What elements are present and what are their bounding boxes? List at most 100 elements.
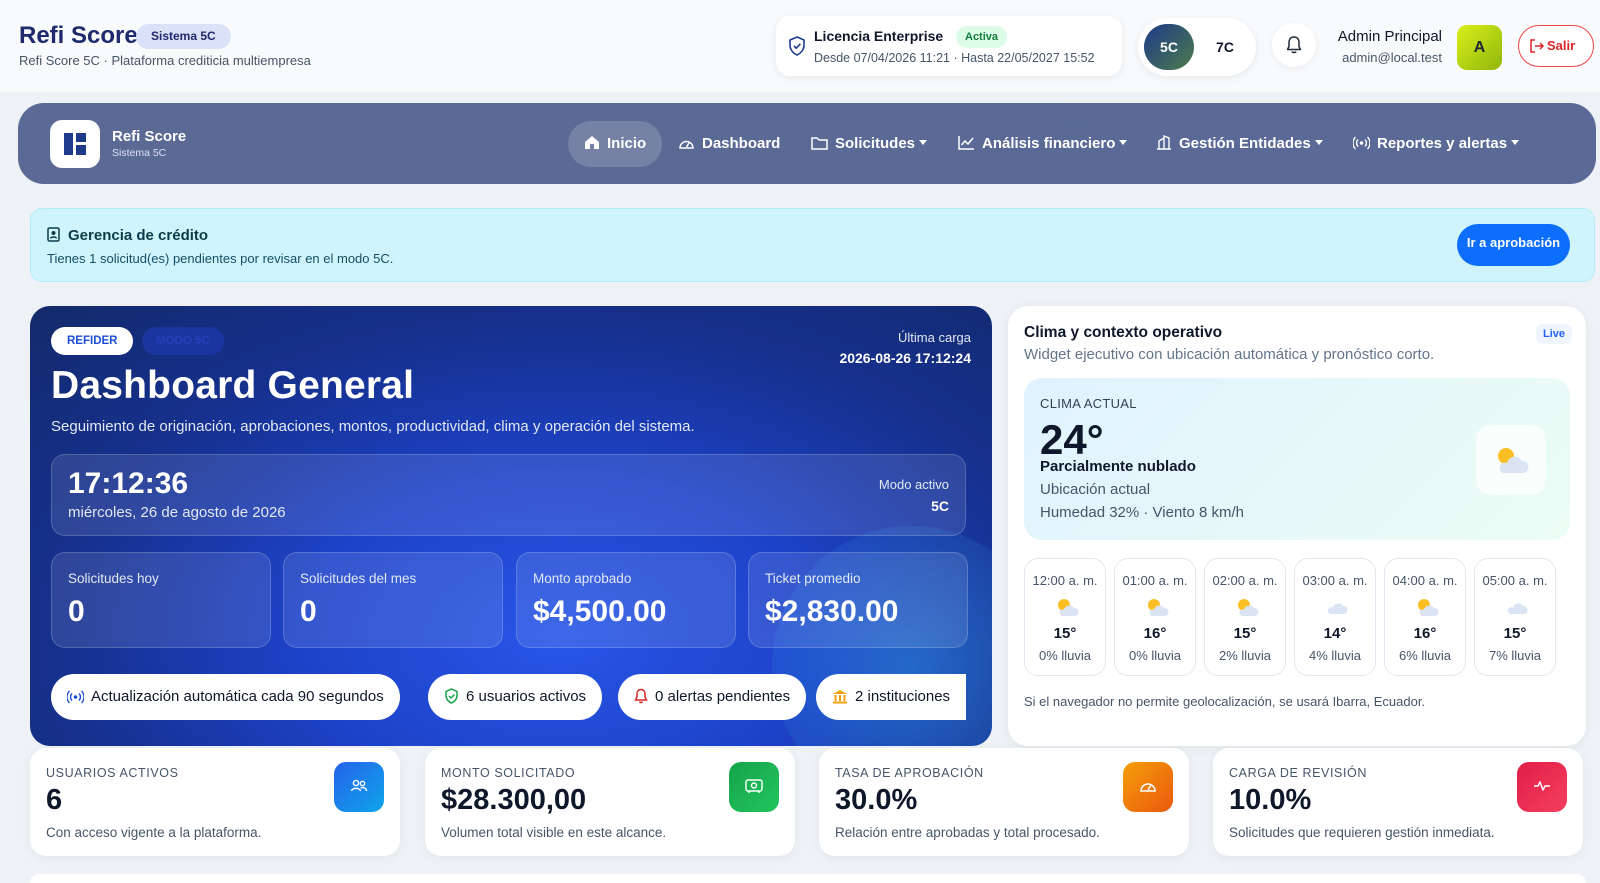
current-temperature: 24° [1040,416,1104,463]
weather-title: Clima y contexto operativo [1024,324,1223,341]
forecast-hour: 02:00 a. m. 15° 2% lluvia [1204,558,1286,676]
cloud-icon [1327,603,1348,614]
license-card: Licencia Enterprise Activa Desde 07/04/2… [776,16,1122,76]
auto-refresh-pill: Actualización automática cada 90 segundo… [51,674,400,720]
shield-check-icon [445,688,458,704]
license-title: Licencia Enterprise [814,28,944,44]
user-name: Admin Principal [1337,28,1442,45]
nav-item-reportes-alertas[interactable]: Reportes y alertas [1352,121,1520,167]
top-header: Refi Score Sistema 5C Refi Score 5C · Pl… [0,0,1600,92]
nav-logo[interactable] [50,120,100,168]
mode-switch: 5C 7C [1138,18,1256,76]
nav-brand-sub: Sistema 5C [112,147,167,159]
forecast-hour: 12:00 a. m. 15° 0% lluvia [1024,558,1106,676]
go-to-approval-button[interactable]: Ir a aprobación [1457,224,1570,266]
current-location: Ubicación actual [1040,481,1151,498]
system-badge: Sistema 5C [136,24,231,49]
kpi-tasa-aprobacion: TASA DE APROBACIÓN 30.0% Relación entre … [819,748,1189,856]
active-mode-value: 5C [931,498,949,514]
nav-item-analisis-financiero[interactable]: Análisis financiero [958,121,1128,167]
building-icon [1157,134,1171,150]
bell-icon [634,688,648,704]
kpi-carga-revision: CARGA DE REVISIÓN 10.0% Solicitudes que … [1213,748,1583,856]
clock-time: 17:12:36 [68,467,189,500]
forecast-hour: 05:00 a. m. 15° 7% lluvia [1474,558,1556,676]
alert-text: Tienes 1 solicitud(es) pendientes por re… [47,251,394,266]
chart-line-icon [958,136,974,150]
institutions-pill: 2 instituciones [816,674,966,720]
sun-cloud-icon [1148,599,1169,616]
clock-panel: 17:12:36 miércoles, 26 de agosto de 2026… [51,454,966,536]
stat-ticket-promedio: Ticket promedio $2,830.00 [748,552,968,648]
grid-logo-icon [64,133,86,155]
nav-brand: Refi Score [112,128,187,145]
active-mode-label: Modo activo [878,477,949,492]
app-title: Refi Score [19,22,138,49]
next-section-edge [30,874,1586,883]
mode-5c-button[interactable]: 5C [1144,24,1194,70]
last-load-label: Última carga [898,330,971,345]
sun-cloud-icon [1498,448,1529,473]
weather-subtitle: Widget ejecutivo con ubicación automátic… [1024,346,1435,363]
active-users-pill: 6 usuarios activos [428,674,603,720]
home-icon [585,136,599,149]
kpi-usuarios-activos: USUARIOS ACTIVOS 6 Con acceso vigente a … [30,748,400,856]
nav-item-inicio[interactable]: Inicio [568,121,663,167]
weather-widget: Clima y contexto operativo Live Widget e… [1008,306,1586,746]
nav-item-dashboard[interactable]: Dashboard [678,121,780,167]
sun-cloud-icon [1238,599,1259,616]
broadcast-icon [66,690,85,704]
live-badge: Live [1535,324,1572,344]
institutions-pill-clip: 2 instituciones [816,674,966,720]
pending-alert: Gerencia de crédito Tienes 1 solicitud(e… [30,208,1595,282]
user-email: admin@local.test [1342,50,1442,65]
id-badge-icon [47,227,60,242]
kpi-monto-solicitado: MONTO SOLICITADO $28.300,00 Volumen tota… [425,748,795,856]
sun-cloud-icon [1058,599,1079,616]
cash-icon [729,762,779,812]
pending-alerts-pill: 0 alertas pendientes [618,674,807,720]
clock-date: miércoles, 26 de agosto de 2026 [68,504,286,521]
logout-icon [1530,39,1545,53]
page-description: Seguimiento de originación, aprobaciones… [51,418,695,435]
nav-item-solicitudes[interactable]: Solicitudes [811,121,928,167]
forecast-hour: 01:00 a. m. 16° 0% lluvia [1114,558,1196,676]
users-icon [334,762,384,812]
institution-chip: REFIDER [51,327,134,355]
last-load-value: 2026-08-26 17:12:24 [839,350,971,366]
sun-cloud-icon [1418,599,1439,616]
folder-icon [811,137,828,150]
mode-chip: MODO 5C [142,327,224,355]
dashboard-hero: REFIDER MODO 5C Última carga 2026-08-26 … [30,306,992,746]
logout-button[interactable]: Salir [1518,25,1594,67]
stat-solicitudes-hoy: Solicitudes hoy 0 [51,552,271,648]
geolocation-note: Si el navegador no permite geolocalizaci… [1024,694,1426,709]
shield-icon [789,36,805,56]
stat-solicitudes-mes: Solicitudes del mes 0 [283,552,503,648]
forecast-hour: 04:00 a. m. 16° 6% lluvia [1384,558,1466,676]
nav-item-gestion-entidades[interactable]: Gestión Entidades [1156,121,1323,167]
current-weather-card: CLIMA ACTUAL 24° Parcialmente nublado Ub… [1024,378,1570,540]
bell-icon [1286,36,1302,54]
gauge-icon [679,140,694,149]
app-subtitle: Refi Score 5C · Plataforma crediticia mu… [19,53,311,68]
license-dates: Desde 07/04/2026 11:21 · Hasta 22/05/202… [814,51,1095,65]
alert-title: Gerencia de crédito [47,227,208,244]
logout-label: Salir [1547,38,1576,53]
avatar[interactable]: A [1457,25,1502,70]
pulse-icon [1517,762,1567,812]
page-title: Dashboard General [51,364,415,407]
main-nav: Refi Score Sistema 5C Inicio Dashboard S… [18,103,1596,184]
cloud-icon [1507,603,1528,614]
forecast-hour: 03:00 a. m. 14° 4% lluvia [1294,558,1376,676]
stat-monto-aprobado: Monto aprobado $4,500.00 [516,552,736,648]
gauge-icon [1123,762,1173,812]
current-details: Humedad 32% · Viento 8 km/h [1040,504,1245,521]
current-condition: Parcialmente nublado [1040,458,1196,475]
broadcast-icon [1352,136,1371,150]
license-status-badge: Activa [956,26,1008,48]
bank-icon [833,690,847,704]
mode-7c-button[interactable]: 7C [1200,24,1250,70]
current-weather-icon-box [1476,425,1546,495]
notifications-button[interactable] [1272,23,1316,67]
